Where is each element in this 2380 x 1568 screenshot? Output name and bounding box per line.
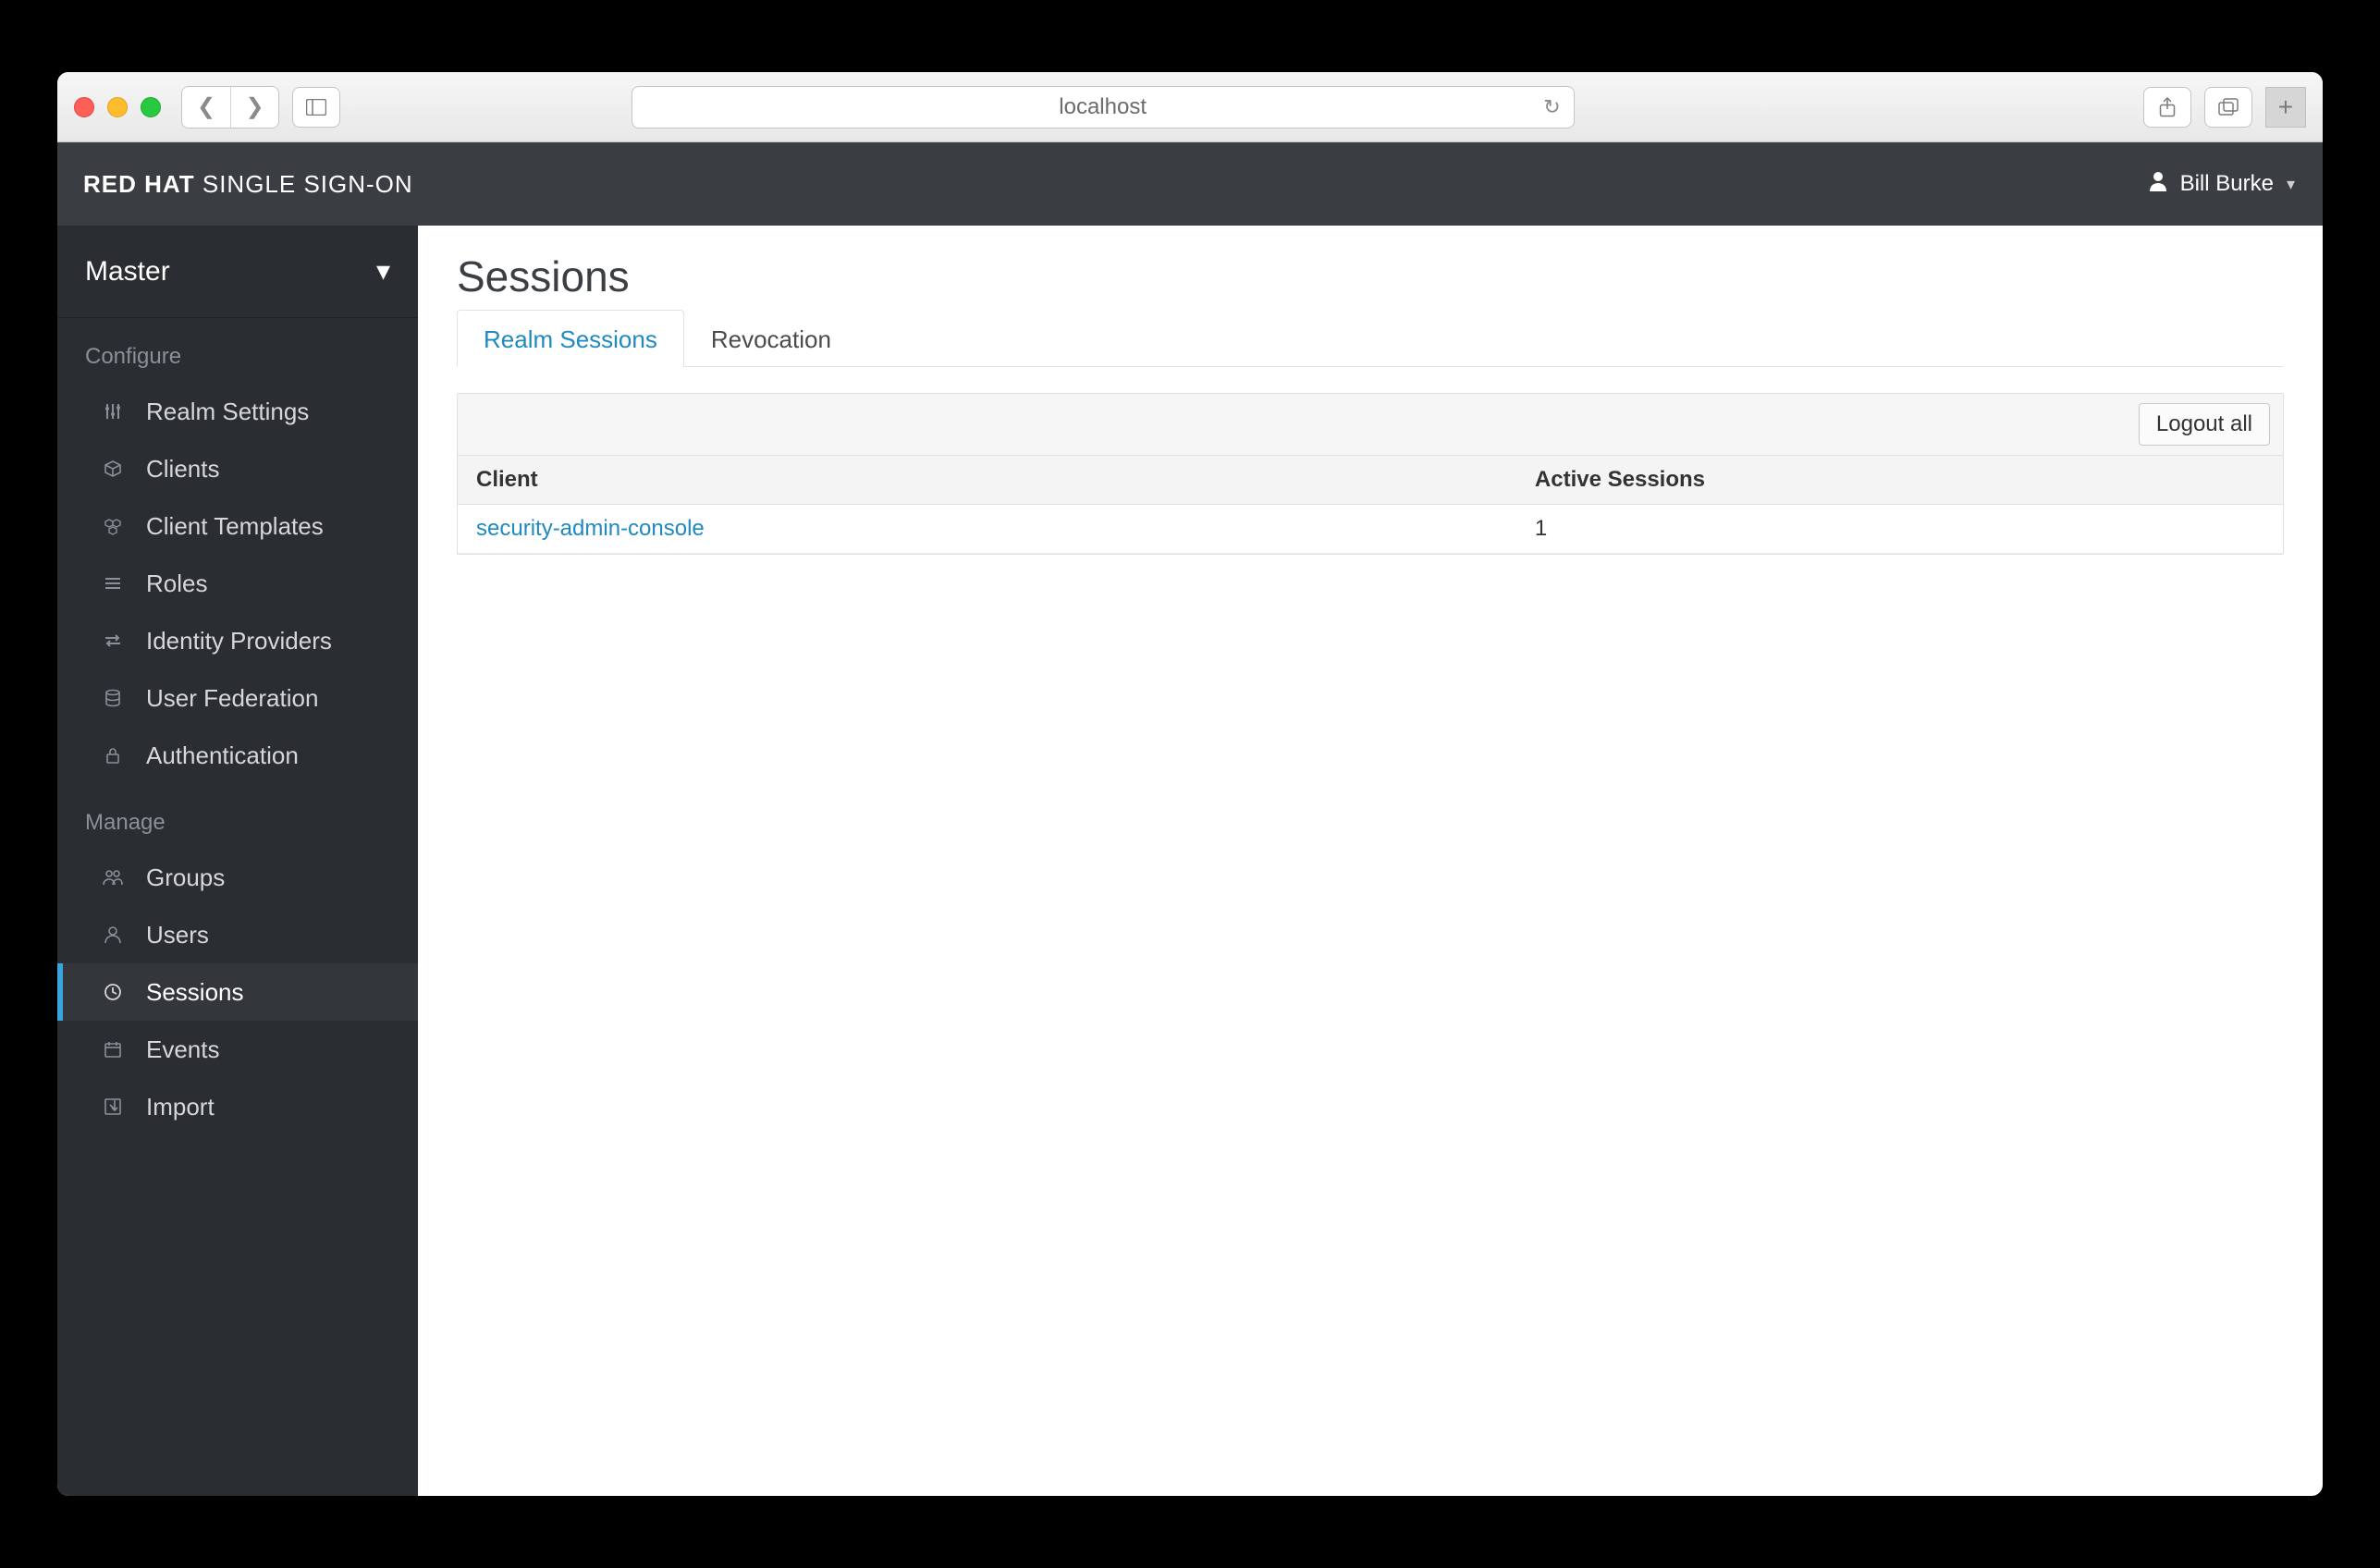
calendar-icon [100,1040,126,1059]
sliders-icon [100,402,126,421]
main-content: Sessions Realm Sessions Revocation Logou… [418,226,2323,1496]
browser-window: ❮ ❯ localhost ↻ + RED HAT SINGLE SIGN-ON [57,72,2323,1496]
col-header-client: Client [458,456,1516,505]
sessions-table-wrap: Logout all Client Active Sessions [457,393,2284,555]
share-button[interactable] [2143,87,2191,128]
sidebar-item-identity-providers[interactable]: Identity Providers [57,612,418,669]
nav-back-forward: ❮ ❯ [181,86,279,129]
sidebar-item-events[interactable]: Events [57,1021,418,1078]
chevron-down-icon: ▾ [2287,175,2295,194]
user-menu[interactable]: Bill Burke ▾ [2149,171,2295,198]
clock-icon [100,983,126,1001]
col-header-active-sessions: Active Sessions [1516,456,2283,505]
app-header: RED HAT SINGLE SIGN-ON Bill Burke ▾ [57,142,2323,226]
user-name: Bill Burke [2180,171,2274,197]
sidebar-item-label: Identity Providers [146,627,332,655]
brand-light: SINGLE SIGN-ON [202,170,413,198]
new-tab-button[interactable]: + [2265,87,2306,128]
import-icon [100,1097,126,1116]
cube-icon [100,459,126,478]
tab-realm-sessions[interactable]: Realm Sessions [457,310,684,367]
forward-button[interactable]: ❯ [230,87,278,128]
sidebar-item-label: Events [146,1035,220,1064]
database-icon [100,689,126,707]
sidebar-item-label: Clients [146,455,219,484]
section-configure-label: Configure [57,318,418,383]
list-icon [100,574,126,593]
table-toolbar: Logout all [458,394,2283,456]
sidebar-item-label: Realm Settings [146,398,309,426]
minimize-window-button[interactable] [107,97,128,117]
sidebar-item-label: User Federation [146,684,318,713]
reload-icon[interactable]: ↻ [1543,95,1560,119]
section-manage-label: Manage [57,784,418,849]
sidebar-item-import[interactable]: Import [57,1078,418,1135]
url-bar[interactable]: localhost ↻ [632,86,1575,129]
tab-revocation[interactable]: Revocation [684,310,858,367]
sidebar-item-label: Import [146,1093,215,1121]
realm-selector[interactable]: Master ▾ [57,226,418,318]
cubes-icon [100,517,126,535]
sidebar-item-user-federation[interactable]: User Federation [57,669,418,727]
browser-chrome: ❮ ❯ localhost ↻ + [57,72,2323,142]
sidebar-item-label: Sessions [146,978,244,1007]
sidebar-item-client-templates[interactable]: Client Templates [57,497,418,555]
panel: Logout all Client Active Sessions [457,393,2284,555]
sidebar-item-label: Authentication [146,741,299,770]
brand-bold: RED HAT [83,170,195,198]
group-icon [100,868,126,887]
sidebar-item-label: Users [146,921,209,949]
app-root: RED HAT SINGLE SIGN-ON Bill Burke ▾ Mast… [57,142,2323,1496]
user-icon [2149,171,2167,198]
active-sessions-value: 1 [1516,505,2283,554]
share-icon [2158,97,2177,117]
url-text: localhost [1059,94,1147,120]
realm-name: Master [85,256,170,288]
sidebar-item-realm-settings[interactable]: Realm Settings [57,383,418,440]
sidebar-toggle-button[interactable] [292,87,340,128]
table-row: security-admin-console 1 [458,505,2283,554]
lock-icon [100,746,126,765]
chevron-down-icon: ▾ [376,255,390,288]
client-link[interactable]: security-admin-console [476,516,705,541]
app-body: Master ▾ Configure Realm Settings Client… [57,226,2323,1496]
logout-all-button[interactable]: Logout all [2139,403,2270,446]
sidebar-item-clients[interactable]: Clients [57,440,418,497]
tabs-icon [2218,98,2239,116]
sidebar: Master ▾ Configure Realm Settings Client… [57,226,418,1496]
brand: RED HAT SINGLE SIGN-ON [83,170,413,199]
tabs-button[interactable] [2204,87,2252,128]
sidebar-item-sessions[interactable]: Sessions [57,963,418,1021]
sidebar-item-authentication[interactable]: Authentication [57,727,418,784]
sidebar-item-users[interactable]: Users [57,906,418,963]
exchange-icon [100,631,126,650]
back-button[interactable]: ❮ [182,87,230,128]
sidebar-item-groups[interactable]: Groups [57,849,418,906]
sidebar-item-roles[interactable]: Roles [57,555,418,612]
maximize-window-button[interactable] [141,97,161,117]
panel-icon [306,99,326,116]
sidebar-item-label: Roles [146,570,207,598]
page-title: Sessions [457,251,2284,301]
close-window-button[interactable] [74,97,94,117]
sessions-table: Client Active Sessions security-admin-co… [458,456,2283,554]
sidebar-item-label: Client Templates [146,512,324,541]
tab-bar: Realm Sessions Revocation [457,309,2284,367]
sidebar-item-label: Groups [146,864,225,892]
chrome-right: + [2143,87,2306,128]
window-controls [74,97,161,117]
user-icon [100,925,126,944]
